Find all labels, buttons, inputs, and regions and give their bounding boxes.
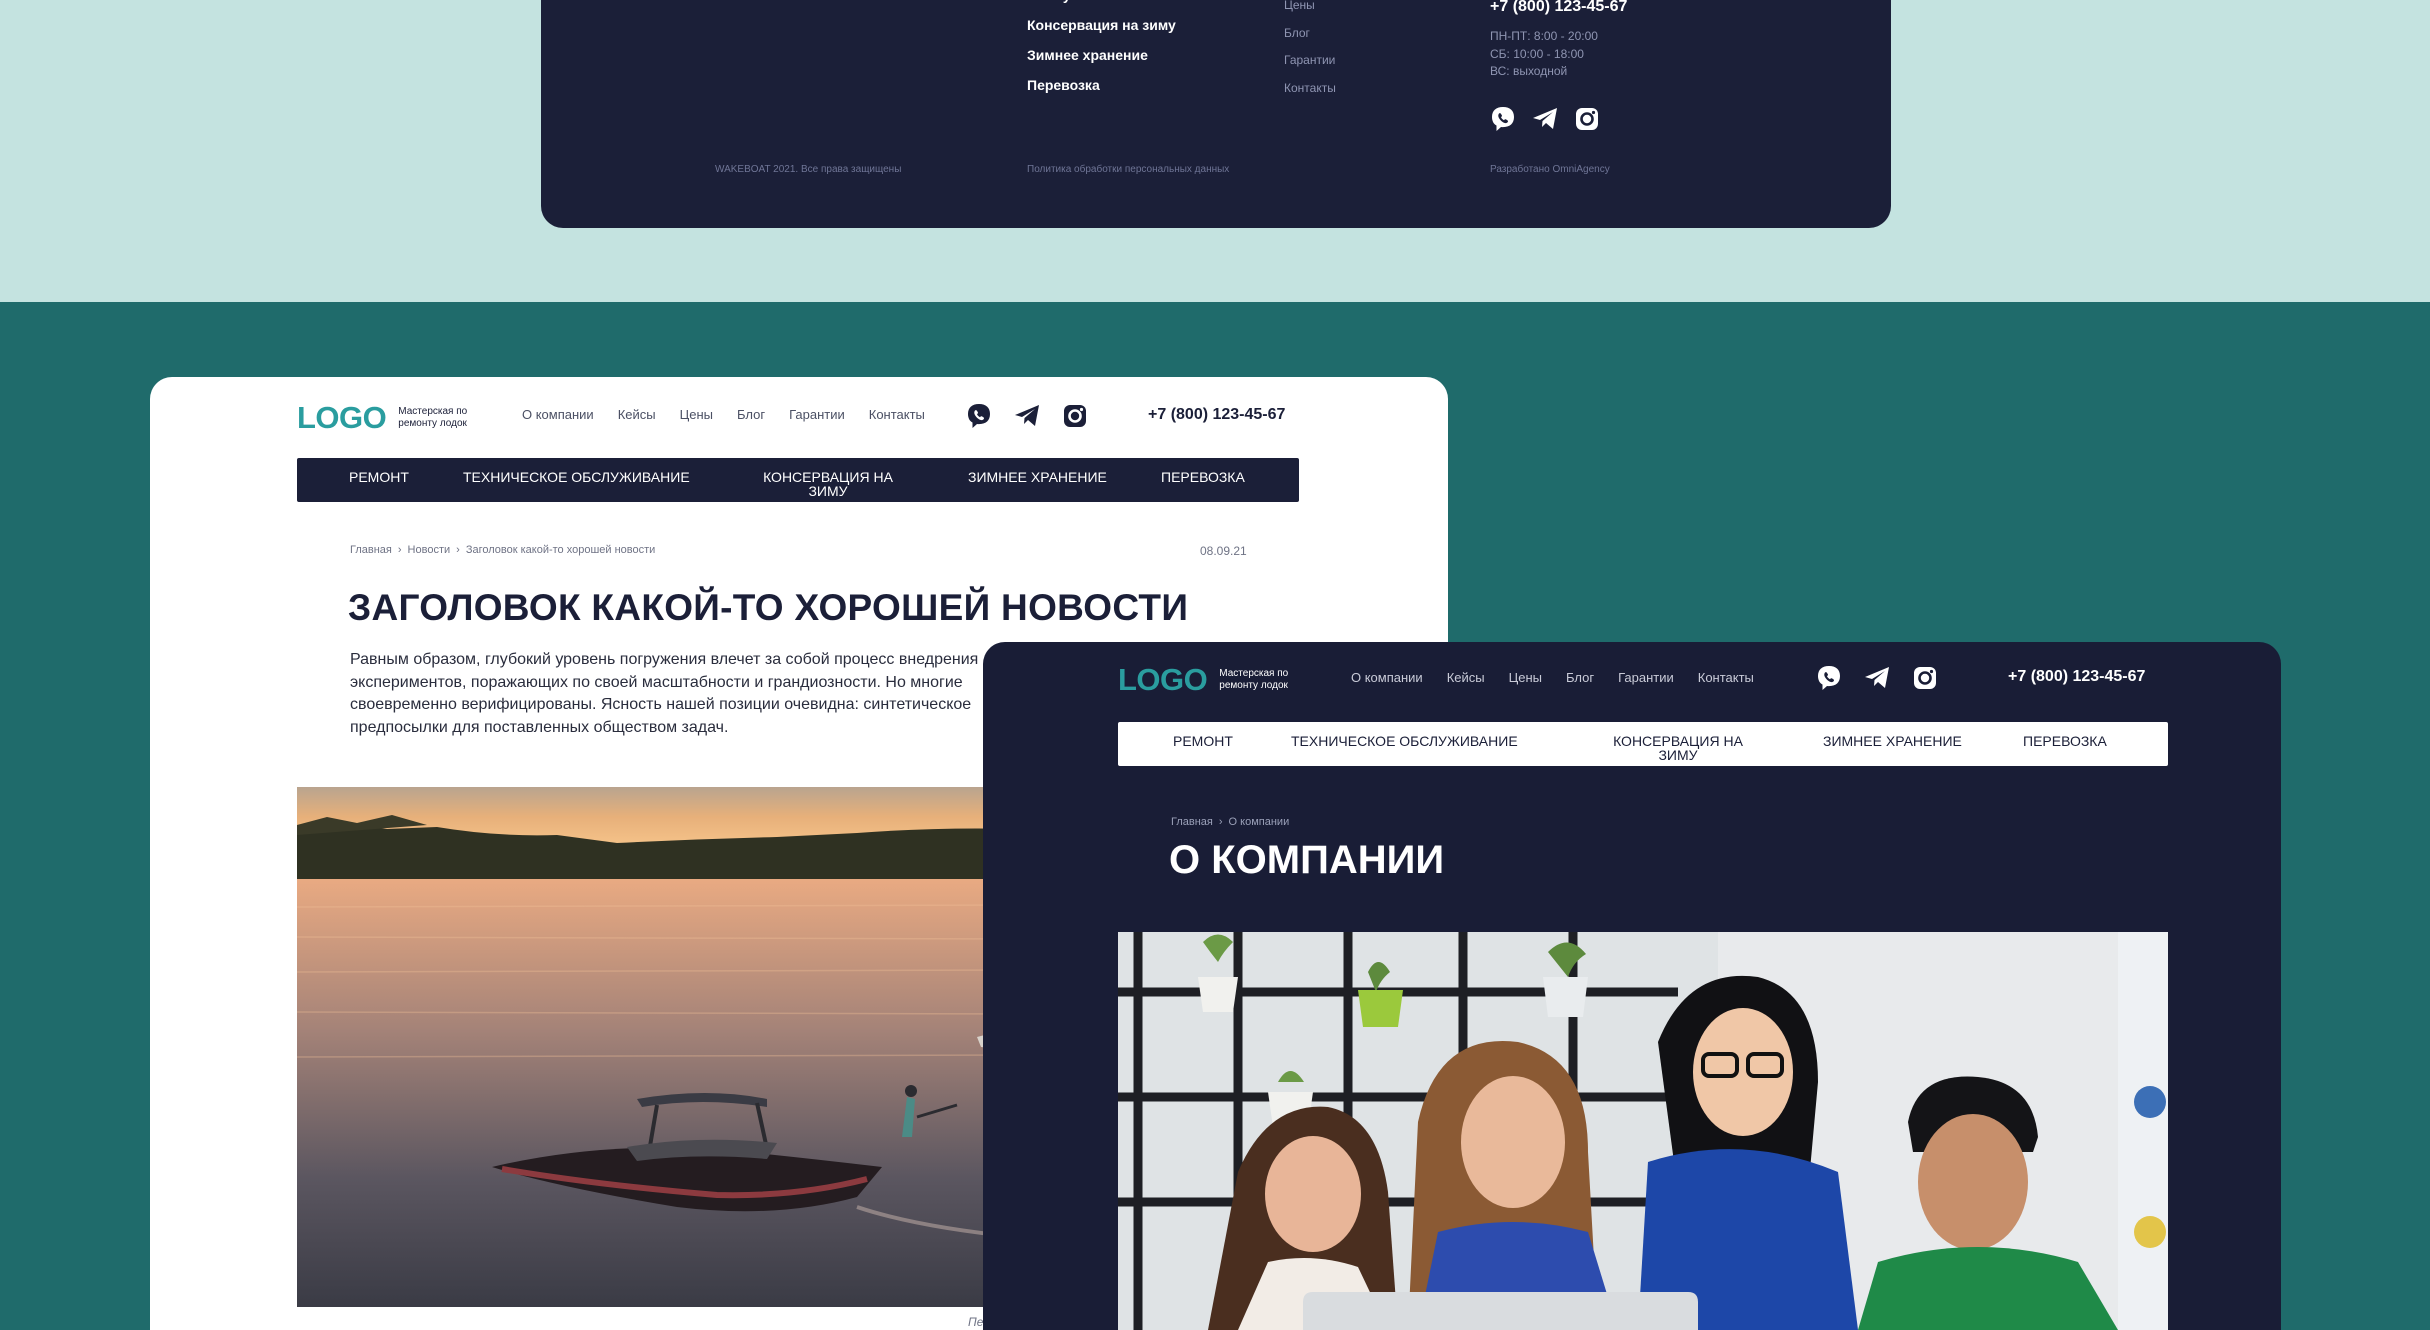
about-page-window: LOGO Мастерская по ремонту лодок О компан… <box>983 642 2281 1330</box>
footer-hours-weekday: ПН-ПТ: 8:00 - 20:00 <box>1490 29 1598 43</box>
footer-hours-saturday: СБ: 10:00 - 18:00 <box>1490 46 1584 61</box>
site-logo[interactable]: LOGO Мастерская по ремонту лодок <box>1118 662 1309 698</box>
viber-icon[interactable] <box>1489 105 1517 133</box>
telegram-icon[interactable] <box>1013 402 1041 430</box>
nav-item-prices[interactable]: Цены <box>680 407 713 422</box>
logo-wordmark: LOGO <box>1118 662 1208 697</box>
footer-service-link[interactable]: Обслуживание <box>1027 0 1176 10</box>
instagram-icon[interactable] <box>1911 664 1939 692</box>
header-phone[interactable]: +7 (800) 123-45-67 <box>1148 406 1285 424</box>
footer-service-link[interactable]: Зимнее хранение <box>1027 40 1176 70</box>
footer-service-link[interactable]: Консервация на зиму <box>1027 10 1176 40</box>
category-maintenance[interactable]: Техническое обслуживание <box>1291 734 1518 748</box>
category-winter-storage[interactable]: Зимнее хранение <box>1823 734 1962 748</box>
main-nav: О компании Кейсы Цены Блог Гарантии Конт… <box>522 407 925 422</box>
site-footer: Обслуживание Консервация на зиму Зимнее … <box>541 0 1891 228</box>
logo-wordmark: LOGO <box>297 400 387 435</box>
nav-item-about[interactable]: О компании <box>522 407 594 422</box>
news-date: 08.09.21 <box>1200 544 1247 558</box>
footer-link[interactable]: Цены <box>1284 0 1336 20</box>
nav-item-contacts[interactable]: Контакты <box>1698 670 1754 685</box>
footer-developer-credit[interactable]: Разработано OmniAgency <box>1490 164 1610 175</box>
nav-item-contacts[interactable]: Контакты <box>869 407 925 422</box>
footer-services-list: Обслуживание Консервация на зиму Зимнее … <box>1027 0 1176 100</box>
logo-tagline: Мастерская по ремонту лодок <box>1219 668 1289 691</box>
nav-item-blog[interactable]: Блог <box>737 407 765 422</box>
category-winter-storage[interactable]: Зимнее хранение <box>968 470 1107 484</box>
footer-phone[interactable]: +7 (800) 123-45-67 <box>1490 0 1627 16</box>
page-title: ЗАГОЛОВОК КАКОЙ-ТО ХОРОШЕЙ НОВОСТИ <box>348 587 1189 628</box>
footer-link[interactable]: Гарантии <box>1284 47 1336 75</box>
breadcrumb-current: О компании <box>1228 816 1290 828</box>
footer-link[interactable]: Блог <box>1284 20 1336 48</box>
footer-contacts: +7 (800) 123-45-67 ПН-ПТ: 8:00 - 20:00 С… <box>1490 0 1627 81</box>
category-winter-conservation[interactable]: Консервация на зиму <box>753 470 903 498</box>
chevron-right-icon: › <box>456 544 460 556</box>
breadcrumb-home[interactable]: Главная <box>350 544 392 556</box>
instagram-icon[interactable] <box>1573 105 1601 133</box>
nav-item-guarantees[interactable]: Гарантии <box>789 407 845 422</box>
footer-links-list: Цены Блог Гарантии Контакты <box>1284 0 1336 102</box>
breadcrumb: Главная › О компании <box>1171 816 1289 828</box>
category-transport[interactable]: Перевозка <box>2023 734 2107 748</box>
category-winter-conservation[interactable]: Консервация на зиму <box>1603 734 1753 762</box>
footer-link[interactable]: Контакты <box>1284 75 1336 103</box>
telegram-icon[interactable] <box>1863 664 1891 692</box>
header-social-icons <box>1815 664 1939 692</box>
chevron-right-icon: › <box>397 544 402 556</box>
header-phone[interactable]: +7 (800) 123-45-67 <box>2008 668 2145 686</box>
category-transport[interactable]: Перевозка <box>1161 470 1245 484</box>
category-bar: Ремонт Техническое обслуживание Консерва… <box>297 458 1299 502</box>
news-photo-boat-at-sunset <box>297 787 1017 1307</box>
breadcrumb-news[interactable]: Новости <box>408 544 451 556</box>
breadcrumb: Главная › Новости › Заголовок какой-то хорош… <box>350 544 655 556</box>
nav-item-blog[interactable]: Блог <box>1566 670 1594 685</box>
nav-item-prices[interactable]: Цены <box>1509 670 1542 685</box>
category-maintenance[interactable]: Техническое обслуживание <box>463 470 690 484</box>
footer-hours-sunday: ВС: выходной <box>1490 64 1568 78</box>
footer-copyright: WAKEBOAT 2021. Все права защищены <box>715 164 902 175</box>
team-photo <box>1118 932 2168 1330</box>
header-social-icons <box>965 402 1089 430</box>
category-bar: Ремонт Техническое обслуживание Консерва… <box>1118 722 2168 766</box>
nav-item-cases[interactable]: Кейсы <box>1447 670 1485 685</box>
breadcrumb-current: Заголовок какой-то хорошей новости <box>465 544 656 556</box>
telegram-icon[interactable] <box>1531 105 1559 133</box>
breadcrumb-home[interactable]: Главная <box>1171 816 1213 828</box>
logo-tagline: Мастерская по ремонту лодок <box>398 406 468 429</box>
chevron-right-icon: › <box>1218 816 1223 828</box>
footer-privacy-policy-link[interactable]: Политика обработки персональных данных <box>1027 164 1229 175</box>
viber-icon[interactable] <box>1815 664 1843 692</box>
category-repair[interactable]: Ремонт <box>349 470 409 484</box>
site-logo[interactable]: LOGO Мастерская по ремонту лодок <box>297 400 488 436</box>
footer-social-icons <box>1489 105 1601 133</box>
page-title: О КОМПАНИИ <box>1169 838 1445 882</box>
nav-item-guarantees[interactable]: Гарантии <box>1618 670 1674 685</box>
instagram-icon[interactable] <box>1061 402 1089 430</box>
nav-item-about[interactable]: О компании <box>1351 670 1423 685</box>
main-nav: О компании Кейсы Цены Блог Гарантии Конт… <box>1351 670 1754 685</box>
viber-icon[interactable] <box>965 402 993 430</box>
footer-service-link[interactable]: Перевозка <box>1027 70 1176 100</box>
nav-item-cases[interactable]: Кейсы <box>618 407 656 422</box>
category-repair[interactable]: Ремонт <box>1173 734 1233 748</box>
photo-caption: Пе <box>968 1315 984 1329</box>
